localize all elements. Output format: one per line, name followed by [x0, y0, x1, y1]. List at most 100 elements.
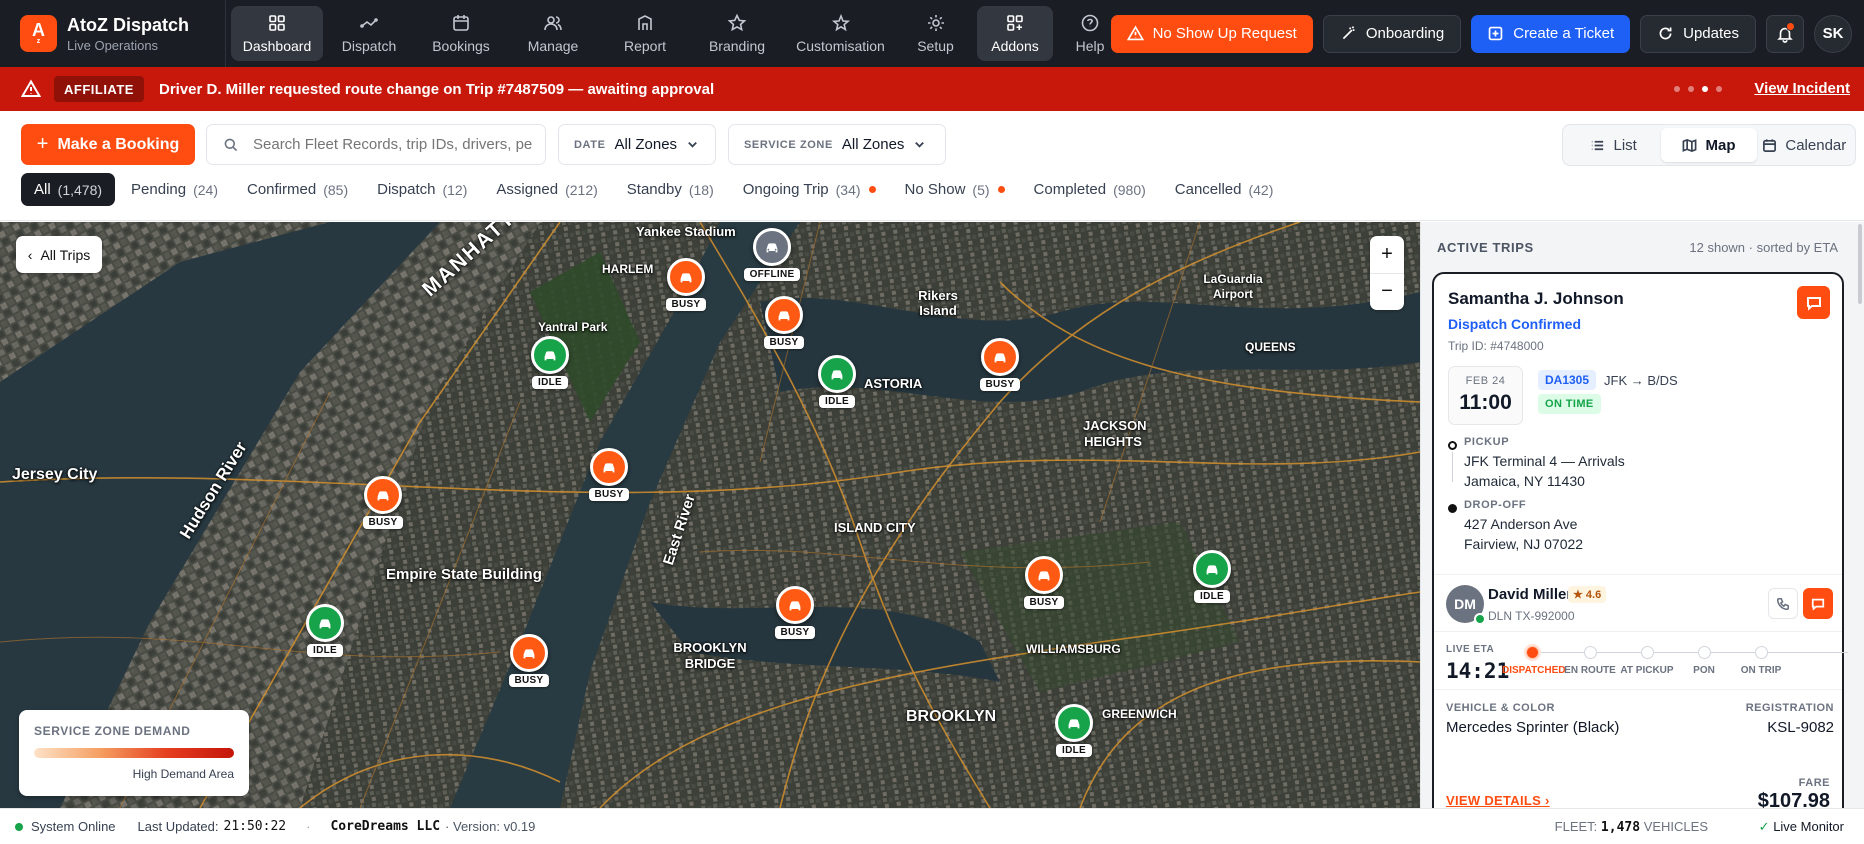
vehicle-marker[interactable]: BUSY [1022, 556, 1066, 609]
alert-pagination[interactable] [1674, 86, 1722, 92]
filter-pending[interactable]: Pending (24) [118, 173, 231, 206]
vehicle-marker[interactable]: BUSY [664, 258, 708, 311]
car-icon [1068, 719, 1080, 729]
version: · Version: v0.19 [445, 819, 536, 834]
driver-initials: DM [1454, 596, 1476, 612]
dropoff-marker [1448, 504, 1457, 513]
affiliate-badge: AFFILIATE [54, 76, 144, 102]
trip-id: Trip ID: #4748000 [1448, 339, 1544, 353]
live-map[interactable]: Yankee Stadium HARLEM MANHATTAN Yantral … [0, 222, 1420, 808]
vehicle-marker[interactable]: BUSY [762, 296, 806, 349]
filter-cancelled[interactable]: Cancelled (42) [1162, 173, 1287, 206]
date-select[interactable]: DATE All Zones [558, 124, 716, 165]
no-show-request-button[interactable]: No Show Up Request [1110, 14, 1313, 53]
vehicle-marker[interactable]: IDLE [1190, 550, 1234, 603]
vehicle-marker[interactable]: BUSY [773, 586, 817, 639]
user-avatar[interactable]: SK [1814, 14, 1852, 53]
zoom-in-button[interactable]: + [1370, 236, 1404, 273]
nav-bookings[interactable]: Bookings [415, 6, 507, 61]
separator: · [306, 819, 311, 834]
map-label: WILLIAMSBURG [1026, 642, 1121, 656]
filter-dispatch[interactable]: Dispatch (12) [364, 173, 480, 206]
view-details-link[interactable]: VIEW DETAILS › [1446, 793, 1550, 808]
onboarding-button[interactable]: Onboarding [1322, 14, 1462, 53]
onboarding-label: Onboarding [1365, 25, 1445, 42]
calendar-icon [453, 15, 469, 31]
nav-customisation[interactable]: Customisation [783, 6, 898, 61]
vehicle-marker[interactable]: IDLE [303, 604, 347, 657]
make-booking-button[interactable]: + Make a Booking [21, 124, 195, 165]
alert-page-dot[interactable] [1702, 86, 1708, 92]
map-label: GREENWICH [1102, 707, 1177, 721]
create-ticket-button[interactable]: Create a Ticket [1471, 14, 1631, 53]
message-driver-button[interactable] [1803, 588, 1833, 619]
step-pon: PON [1674, 646, 1734, 676]
live-monitor-label: Live Monitor [1773, 818, 1844, 834]
nav-setup[interactable]: Setup [898, 6, 973, 61]
filter-confirmed[interactable]: Confirmed (85) [234, 173, 361, 206]
nav-dashboard[interactable]: Dashboard [231, 6, 323, 61]
refresh-icon [1659, 27, 1672, 40]
filter-assigned[interactable]: Assigned (212) [483, 173, 610, 206]
company-name: CoreDreams LLC [330, 819, 441, 834]
live-monitor-status[interactable]: ✓ Live Monitor [1759, 819, 1844, 835]
nav-label: Dashboard [242, 38, 312, 54]
vehicle-marker[interactable]: OFFLINE [743, 228, 801, 281]
main-nav: Dashboard Dispatch Bookings Manage Repor… [231, 6, 1123, 61]
chevron-right-icon: › [1545, 793, 1550, 808]
service-zone-select[interactable]: SERVICE ZONE All Zones [728, 124, 946, 165]
nav-branding[interactable]: Branding [691, 6, 783, 61]
search-icon [224, 138, 238, 151]
all-trips-back-button[interactable]: ‹ All Trips [16, 236, 102, 273]
nav-dispatch[interactable]: Dispatch [323, 6, 415, 61]
chevron-left-icon: ‹ [27, 246, 33, 263]
notification-dot [1786, 21, 1795, 31]
online-indicator [1474, 613, 1486, 625]
nav-manage[interactable]: Manage [507, 6, 599, 61]
vehicle-marker[interactable]: IDLE [1052, 704, 1096, 757]
vehicle-marker[interactable]: IDLE [815, 355, 859, 408]
fleet-value: 1,478 [1600, 819, 1641, 835]
map-label: QUEENS [1245, 340, 1296, 354]
last-updated-label: Last Updated: [137, 819, 219, 834]
calendar-icon [1763, 138, 1777, 152]
search-box[interactable] [206, 124, 546, 165]
updates-button[interactable]: Updates [1640, 14, 1756, 53]
trip-card[interactable]: Samantha J. Johnson Dispatch Confirmed T… [1432, 272, 1848, 808]
filter-label: Completed [1033, 181, 1107, 198]
vehicle-marker[interactable]: BUSY [361, 476, 405, 529]
fare-value: $107.98 [1757, 790, 1830, 808]
panel-scrollbar[interactable] [1858, 224, 1862, 304]
view-calendar-tab[interactable]: Calendar [1757, 128, 1852, 162]
filter-ongoing-trip[interactable]: Ongoing Trip (34) [730, 173, 889, 206]
filter-all[interactable]: All (1,478) [21, 173, 116, 206]
alert-page-dot[interactable] [1688, 86, 1694, 92]
nav-report[interactable]: Report [599, 6, 691, 61]
search-input[interactable] [253, 136, 533, 153]
filter-no-show[interactable]: No Show (5) [892, 173, 1018, 206]
filter-standby[interactable]: Standby (18) [614, 173, 727, 206]
vehicle-marker[interactable]: IDLE [528, 336, 572, 389]
alert-page-dot[interactable] [1716, 86, 1722, 92]
vehicle-marker[interactable]: BUSY [978, 338, 1022, 391]
vehicle-marker[interactable]: BUSY [507, 634, 551, 687]
phone-icon [1776, 597, 1790, 610]
view-map-tab[interactable]: Map [1661, 128, 1757, 162]
zoom-controls: + − [1370, 236, 1404, 310]
call-driver-button[interactable] [1768, 588, 1798, 619]
filter-completed[interactable]: Completed (980) [1021, 173, 1159, 206]
alert-page-dot[interactable] [1674, 86, 1680, 92]
back-label: All Trips [40, 246, 91, 263]
zoom-out-button[interactable]: − [1370, 272, 1404, 311]
car-icon [831, 370, 843, 380]
filter-label: No Show [904, 181, 966, 198]
nav-addons[interactable]: Addons [977, 6, 1053, 61]
notifications-button[interactable] [1766, 14, 1804, 53]
step-label: DISPATCHED [1502, 665, 1566, 676]
message-passenger-button[interactable] [1797, 286, 1830, 319]
view-incident-link[interactable]: View Incident [1754, 80, 1850, 97]
active-trips-panel: ACTIVE TRIPS 12 shown · sorted by ETA Sa… [1420, 222, 1864, 808]
view-list-tab[interactable]: List [1566, 128, 1661, 162]
brand[interactable]: Az AtoZ Dispatch Live Operations [0, 0, 226, 67]
vehicle-marker[interactable]: BUSY [587, 448, 631, 501]
